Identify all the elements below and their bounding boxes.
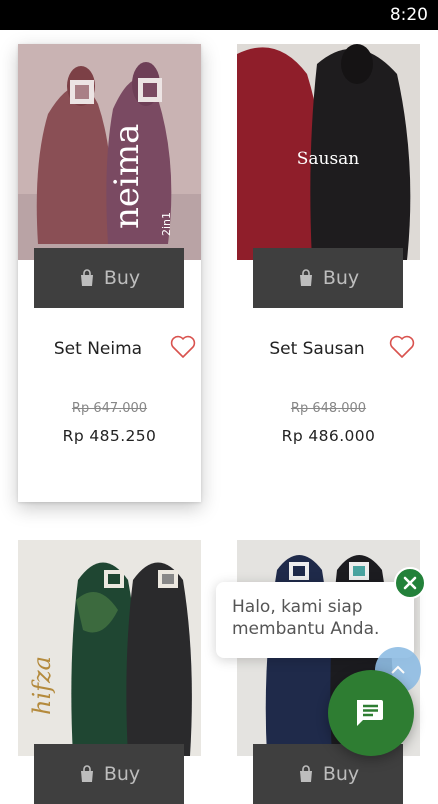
heart-icon[interactable]: [389, 335, 415, 359]
photo-brand-text: neima: [107, 124, 147, 229]
buy-label: Buy: [103, 267, 141, 289]
status-time: 8:20: [389, 5, 428, 25]
buy-button[interactable]: Buy: [253, 248, 403, 308]
buy-label: Buy: [322, 267, 360, 289]
photo-brand-text: Sausan: [297, 149, 360, 169]
buy-label: Buy: [103, 763, 141, 785]
shopping-bag-icon: [299, 765, 312, 782]
photo-subtext: 2in1: [160, 212, 173, 236]
product-card-hifza[interactable]: hifza Buy: [18, 540, 201, 804]
sale-price: Rp 485.250: [62, 427, 157, 445]
shopping-bag-icon: [80, 765, 93, 782]
chat-button[interactable]: [328, 670, 414, 756]
original-price: Rp 648.000: [290, 401, 367, 416]
original-price: Rp 647.000: [71, 401, 148, 416]
buy-button[interactable]: Buy: [34, 744, 184, 804]
heart-icon[interactable]: [170, 335, 196, 359]
shopping-bag-icon: [299, 269, 312, 286]
photo-brand-text: hifza: [28, 656, 56, 715]
product-name[interactable]: Set Sausan: [237, 339, 397, 359]
product-card-neima[interactable]: neima 2in1 Buy Set Neima Rp 647.000 Rp 4…: [18, 44, 201, 502]
product-card-sausan[interactable]: Sausan Buy Set Sausan Rp 648.000 Rp 486.…: [237, 44, 420, 502]
close-chat-bubble-button[interactable]: [394, 567, 426, 599]
sale-price: Rp 486.000: [281, 427, 376, 445]
product-name[interactable]: Set Neima: [18, 339, 178, 359]
close-icon: [403, 576, 417, 590]
chat-greeting-text: Halo, kami siap membantu Anda.: [232, 597, 380, 639]
status-bar: 8:20: [0, 0, 438, 30]
shopping-bag-icon: [80, 269, 93, 286]
product-image[interactable]: neima 2in1: [18, 44, 201, 260]
chat-icon: [357, 700, 383, 726]
buy-button[interactable]: Buy: [34, 248, 184, 308]
buy-label: Buy: [322, 763, 360, 785]
product-image[interactable]: Sausan: [237, 44, 420, 260]
product-image[interactable]: hifza: [18, 540, 201, 756]
